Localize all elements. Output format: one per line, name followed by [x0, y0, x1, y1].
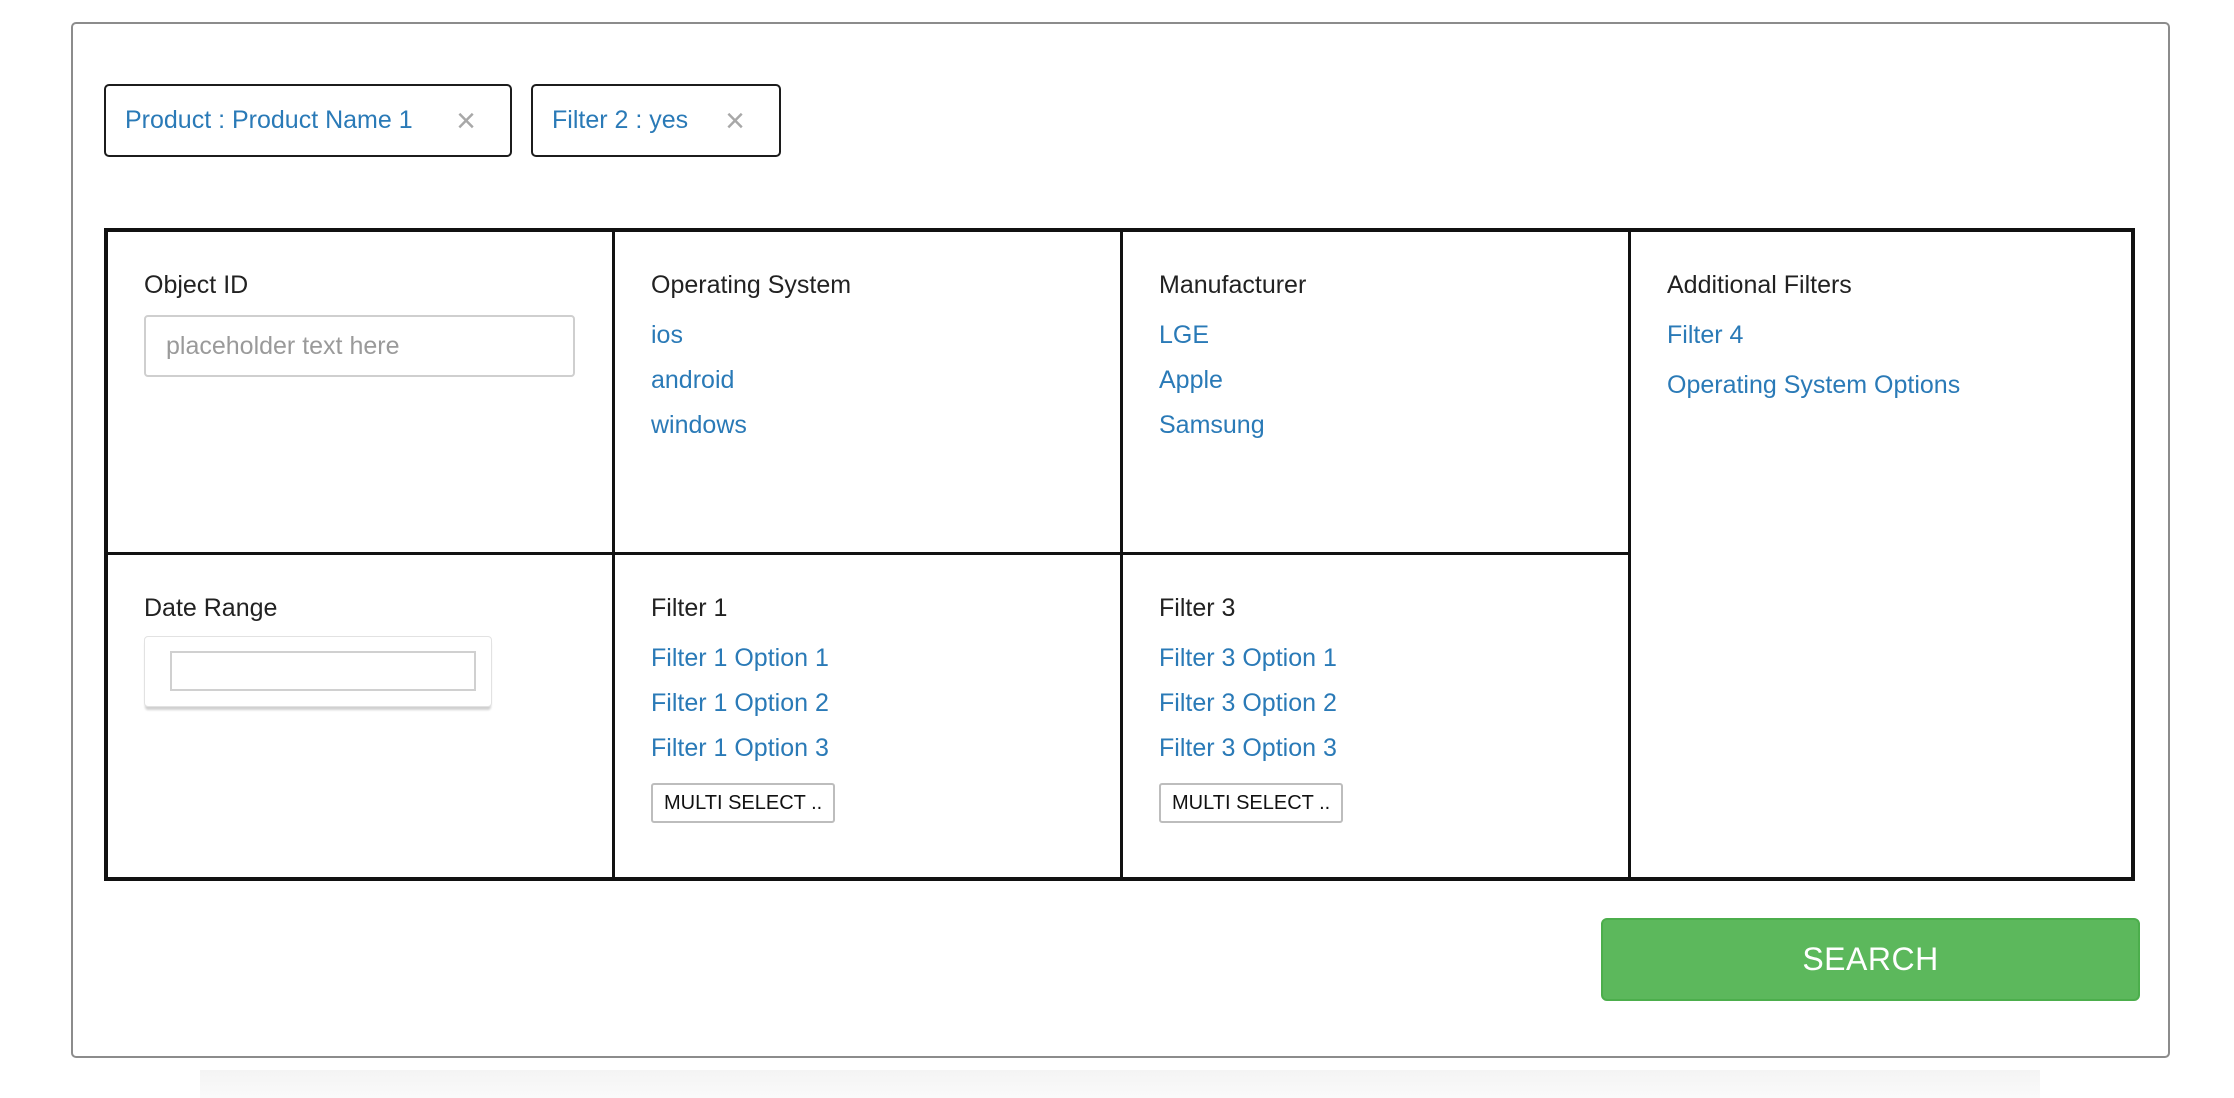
filter1-cell: Filter 1 Filter 1 Option 1 Filter 1 Opti… — [615, 555, 1123, 877]
object-id-cell: Object ID — [108, 232, 615, 555]
filter1-options: Filter 1 Option 1 Filter 1 Option 2 Filt… — [651, 636, 1084, 771]
option-link[interactable]: LGE — [1159, 313, 1592, 358]
filter3-title: Filter 3 — [1159, 594, 1236, 622]
date-range-cell: Date Range — [108, 555, 615, 877]
filter1-title: Filter 1 — [651, 594, 728, 622]
panel-shadow — [200, 1070, 2040, 1098]
option-link[interactable]: Filter 3 Option 2 — [1159, 681, 1592, 726]
filter-grid: Object ID Operating System ios android w… — [104, 228, 2135, 881]
manufacturer-title: Manufacturer — [1159, 271, 1307, 299]
search-button[interactable]: SEARCH — [1601, 918, 2140, 1001]
additional-filters-cell: Additional Filters Filter 4 Operating Sy… — [1631, 232, 2131, 877]
operating-system-options: ios android windows — [651, 313, 1084, 448]
additional-filters-options: Filter 4 Operating System Options — [1667, 313, 2095, 412]
filter3-options: Filter 3 Option 1 Filter 3 Option 2 Filt… — [1159, 636, 1592, 771]
option-link[interactable]: Apple — [1159, 358, 1592, 403]
additional-filters-title: Additional Filters — [1667, 271, 1852, 299]
close-icon[interactable]: × — [456, 104, 476, 138]
option-link[interactable]: Filter 1 Option 1 — [651, 636, 1084, 681]
multi-select-button[interactable]: MULTI SELECT .. — [651, 783, 836, 823]
manufacturer-cell: Manufacturer LGE Apple Samsung — [1123, 232, 1631, 555]
active-filter-label: Product : Product Name 1 — [125, 106, 413, 134]
filter3-cell: Filter 3 Filter 3 Option 1 Filter 3 Opti… — [1123, 555, 1631, 877]
active-filter-chip: Filter 2 : yes × — [531, 84, 781, 157]
close-icon[interactable]: × — [725, 104, 745, 138]
manufacturer-options: LGE Apple Samsung — [1159, 313, 1592, 448]
object-id-input[interactable] — [144, 315, 575, 377]
option-link[interactable]: Filter 1 Option 2 — [651, 681, 1084, 726]
date-range-title: Date Range — [144, 594, 278, 622]
operating-system-title: Operating System — [651, 271, 852, 299]
object-id-title: Object ID — [144, 271, 249, 299]
operating-system-cell: Operating System ios android windows — [615, 232, 1123, 555]
option-link[interactable]: ios — [651, 313, 1084, 358]
active-filter-label: Filter 2 : yes — [552, 106, 689, 134]
date-range-picker — [144, 636, 492, 707]
option-link[interactable]: Filter 3 Option 3 — [1159, 726, 1592, 771]
option-link[interactable]: Samsung — [1159, 403, 1592, 448]
date-range-input[interactable] — [170, 651, 476, 691]
option-link[interactable]: Filter 3 Option 1 — [1159, 636, 1592, 681]
option-link[interactable]: windows — [651, 403, 1084, 448]
active-filter-chip: Product : Product Name 1 × — [104, 84, 512, 157]
option-link[interactable]: android — [651, 358, 1084, 403]
option-link[interactable]: Filter 1 Option 3 — [651, 726, 1084, 771]
option-link[interactable]: Filter 4 — [1667, 313, 2095, 358]
option-link[interactable]: Operating System Options — [1667, 358, 2095, 412]
multi-select-button[interactable]: MULTI SELECT .. — [1159, 783, 1344, 823]
